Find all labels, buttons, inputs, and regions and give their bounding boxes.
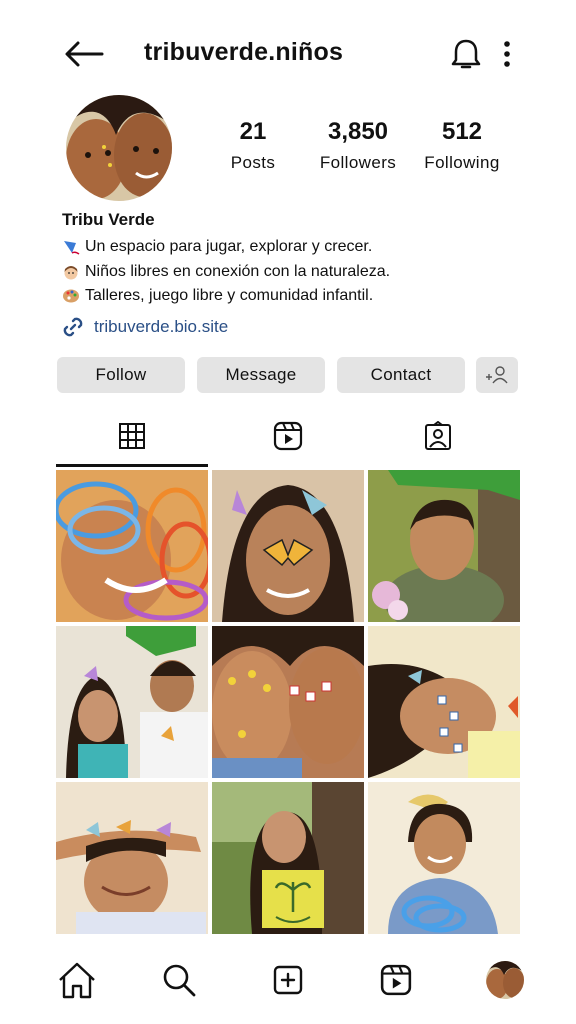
bio-line: Niños libres en conexión con la naturale… (62, 260, 522, 285)
follow-button[interactable]: Follow (57, 357, 185, 393)
boy-emoji (62, 264, 81, 280)
profile-avatar[interactable] (486, 961, 524, 999)
search-icon[interactable] (157, 958, 201, 1002)
profile-tabs (0, 406, 576, 468)
posts-label: Posts (230, 153, 276, 172)
bio-line: Un espacio para jugar, explorar y crecer… (62, 235, 522, 260)
bio-line-text: Niños libres en conexión con la naturale… (85, 262, 391, 280)
posts-grid (56, 470, 520, 934)
more-vertical-icon[interactable] (496, 36, 518, 72)
post-thumbnail[interactable] (212, 470, 364, 622)
posts-count: 21 (239, 118, 267, 145)
followers-count: 3,850 (327, 118, 389, 145)
stat-posts[interactable]: 21 Posts (224, 118, 282, 173)
back-arrow-icon[interactable] (62, 36, 106, 72)
profile-link-text: tribuverde.bio.site (94, 317, 229, 336)
bio-line-text: Talleres, juego libre y comunidad infant… (85, 287, 374, 304)
post-thumbnail[interactable] (368, 782, 520, 934)
post-thumbnail[interactable] (56, 626, 208, 778)
followers-label: Followers (319, 153, 397, 172)
stat-followers[interactable]: 3,850 Followers (312, 118, 404, 173)
bio-line: Talleres, juego libre y comunidad infant… (62, 284, 522, 309)
profile-bio: Tribu Verde Un espacio para jugar, explo… (62, 210, 522, 309)
profile-avatar[interactable] (66, 95, 172, 201)
home-icon[interactable] (55, 958, 99, 1002)
contact-button[interactable]: Contact (337, 357, 465, 393)
profile-username: tribuverde.niños (144, 38, 344, 66)
reels-icon[interactable] (374, 958, 418, 1002)
post-thumbnail[interactable] (212, 626, 364, 778)
active-tab-indicator (56, 464, 208, 467)
stat-following[interactable]: 512 Following (416, 118, 508, 173)
profile-name: Tribu Verde (62, 210, 155, 229)
top-bar: tribuverde.niños (0, 0, 576, 108)
tagged-icon (425, 421, 451, 450)
bio-line-text: Un espacio para jugar, explorar y crecer… (85, 238, 373, 255)
message-button[interactable]: Message (197, 357, 325, 393)
add-person-button[interactable] (476, 357, 518, 393)
following-count: 512 (441, 118, 483, 145)
tab-reels[interactable] (212, 406, 364, 466)
following-label: Following (424, 153, 500, 172)
bell-icon[interactable] (448, 36, 484, 72)
link-icon (63, 317, 83, 337)
post-thumbnail[interactable] (212, 782, 364, 934)
post-thumbnail[interactable] (368, 626, 520, 778)
post-thumbnail[interactable] (56, 470, 208, 622)
tab-grid[interactable] (56, 406, 208, 466)
bottom-nav (0, 940, 576, 1024)
palette-emoji (62, 288, 81, 304)
kite-emoji (62, 239, 81, 255)
grid-icon (119, 423, 145, 449)
profile-link[interactable]: tribuverde.bio.site (60, 314, 228, 340)
post-thumbnail[interactable] (56, 782, 208, 934)
reels-icon (273, 421, 303, 451)
add-person-icon (486, 366, 508, 384)
post-thumbnail[interactable] (368, 470, 520, 622)
create-icon[interactable] (266, 958, 310, 1002)
tab-tagged[interactable] (362, 406, 514, 466)
